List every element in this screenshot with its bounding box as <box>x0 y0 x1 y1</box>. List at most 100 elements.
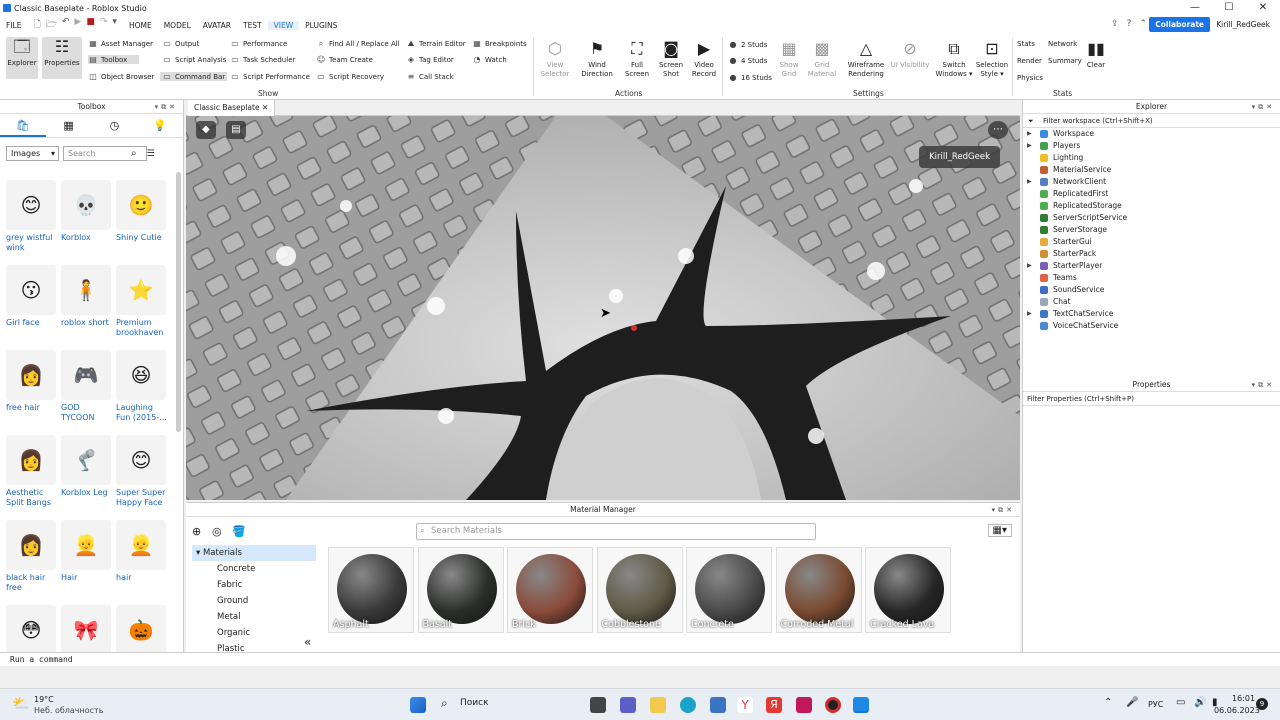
toolbox-item[interactable]: 🙂 Shiny Cutie <box>116 180 168 243</box>
language-indicator[interactable]: РУС <box>1148 700 1163 709</box>
material-tree-item[interactable]: Ground <box>192 593 316 609</box>
script-performance-button[interactable]: ▭ Script Performance <box>230 72 310 81</box>
explorer-item[interactable]: SoundService <box>1023 284 1280 296</box>
tab-marketplace[interactable]: 🛍 <box>0 114 46 137</box>
studs-2-option[interactable]: ● 2 Studs <box>728 40 768 49</box>
asset-manager-button[interactable]: ▦ Asset Manager <box>88 39 153 48</box>
material-tree-item[interactable]: Organic <box>192 625 316 641</box>
material-tree-item[interactable]: Fabric <box>192 577 316 593</box>
task-view-icon[interactable] <box>590 697 606 713</box>
panel-controls[interactable]: ▾⧉✕ <box>1252 100 1275 114</box>
menu-view[interactable]: VIEW <box>267 20 300 30</box>
user-name[interactable]: Kirill_RedGeek <box>1216 20 1270 29</box>
explorer-item[interactable]: ServerStorage <box>1023 224 1280 236</box>
material-tile[interactable]: Brick <box>507 547 593 633</box>
properties-button[interactable]: ☷ Properties <box>42 37 82 79</box>
expand-arrow-icon[interactable]: ▶ <box>1027 176 1032 188</box>
watch-button[interactable]: ◔ Watch <box>472 55 507 64</box>
explorer-item[interactable]: ▶ Workspace <box>1023 128 1280 140</box>
clock-time[interactable]: 16:01 <box>1232 694 1255 703</box>
menu-model[interactable]: MODEL <box>158 21 197 30</box>
output-button[interactable]: ▭ Output <box>162 39 199 48</box>
toolbox-button[interactable]: ▤ Toolbox <box>88 55 140 64</box>
3d-scene[interactable]: ◆ ▤ ⋯ Kirill_RedGeek ➤ <box>186 116 1020 500</box>
search-icon[interactable]: ⌕ <box>131 148 137 159</box>
tag-editor-button[interactable]: ◈ Tag Editor <box>406 55 454 64</box>
taskbar-search[interactable]: Поиск <box>460 698 489 708</box>
filter-icon[interactable]: ☰ <box>147 149 155 159</box>
share-icon[interactable]: ⇪ <box>1111 19 1119 29</box>
file-explorer-icon[interactable] <box>650 697 666 713</box>
help-icon[interactable]: ? <box>1127 19 1132 29</box>
tab-classic-baseplate[interactable]: Classic Baseplate ✕ <box>188 100 276 116</box>
network-button[interactable]: Network <box>1048 40 1077 48</box>
studs-4-option[interactable]: ● 4 Studs <box>728 56 768 65</box>
panel-controls[interactable]: ▾⧉✕ <box>1252 378 1275 392</box>
network-icon[interactable]: ▭ <box>1176 697 1185 708</box>
category-select[interactable]: Images ▾ <box>6 146 59 161</box>
toolbox-item[interactable]: 😗 Girl face <box>6 265 58 328</box>
toolbox-item[interactable]: 👩 Aesthetic Split Bangs <box>6 435 58 508</box>
material-tree-item[interactable]: Metal <box>192 609 316 625</box>
toolbox-item[interactable]: 💀 Korblox <box>61 180 113 243</box>
panel-controls[interactable]: ▾⧉✕ <box>155 100 178 114</box>
material-tile[interactable]: Asphalt <box>328 547 414 633</box>
material-tree-item[interactable]: Concrete <box>192 561 316 577</box>
close-button[interactable]: ✕ <box>1246 0 1280 16</box>
explorer-item[interactable]: VoiceChatService <box>1023 320 1280 332</box>
explorer-item[interactable]: StarterPack <box>1023 248 1280 260</box>
toolbox-item[interactable]: 🎮 GOD TYCOON <box>61 350 113 423</box>
material-tile[interactable]: Corroded Metal <box>775 547 862 633</box>
collapse-tree-icon[interactable]: « <box>304 635 311 649</box>
screenshot-button[interactable]: ◙ Screen Shot <box>654 39 688 79</box>
explorer-item[interactable]: MaterialService <box>1023 164 1280 176</box>
stop-icon[interactable]: ■ <box>86 17 95 33</box>
menu-file[interactable]: FILE <box>0 21 27 30</box>
explorer-item[interactable]: ReplicatedFirst <box>1023 188 1280 200</box>
start-icon[interactable] <box>410 697 426 713</box>
summary-button[interactable]: Summary <box>1048 57 1082 65</box>
tab-inventory[interactable]: ▦ <box>46 114 92 137</box>
call-stack-button[interactable]: ≡ Call Stack <box>406 72 454 81</box>
maximize-button[interactable]: ☐ <box>1212 0 1246 16</box>
task-scheduler-button[interactable]: ▭ Task Scheduler <box>230 55 295 64</box>
minimize-button[interactable]: — <box>1178 0 1212 16</box>
undo-icon[interactable]: ↶ <box>62 17 70 33</box>
video-record-button[interactable]: ▶ Video Record <box>687 39 721 79</box>
ui-visibility-button[interactable]: ⊘ UI Visibility <box>890 39 930 70</box>
stats-button[interactable]: Stats <box>1017 40 1035 48</box>
collaborate-button[interactable]: Collaborate <box>1149 17 1210 32</box>
explorer-item[interactable]: ▶ TextChatService <box>1023 308 1280 320</box>
wireframe-rendering-button[interactable]: △ Wireframe Rendering <box>843 39 889 79</box>
clear-stats-button[interactable]: ▮▮ Clear <box>1082 39 1110 70</box>
explorer-item[interactable]: ReplicatedStorage <box>1023 200 1280 212</box>
play-icon[interactable]: ▶ <box>74 17 81 33</box>
record-icon[interactable] <box>825 697 841 713</box>
add-material-icon[interactable]: ⊕ <box>192 525 201 538</box>
script-recovery-button[interactable]: ▭ Script Recovery <box>316 72 384 81</box>
redo-icon[interactable]: ↷ <box>100 17 108 33</box>
command-bar-input[interactable]: Run a command <box>0 652 1280 666</box>
open-file-icon[interactable]: 🗁 <box>46 17 57 33</box>
command-bar-button[interactable]: ▭ Command Bar <box>160 72 228 81</box>
toolbox-item[interactable]: 👩 free hair <box>6 350 58 413</box>
material-search-input[interactable]: ⌕ Search Materials <box>416 523 816 540</box>
expand-arrow-icon[interactable]: ▶ <box>1027 128 1032 140</box>
explorer-item[interactable]: StarterGui <box>1023 236 1280 248</box>
toolbox-item[interactable]: 👱 hair <box>116 520 168 583</box>
studs-16-option[interactable]: ● 16 Studs <box>728 73 772 82</box>
toolbox-item[interactable]: ⭐ Premium brookhaven <box>116 265 168 338</box>
toolbox-item[interactable]: 😳 <box>6 605 58 658</box>
weather-icon[interactable]: ⛅ <box>12 696 29 712</box>
yandex-icon[interactable]: Я <box>766 697 782 713</box>
explorer-item[interactable]: Lighting <box>1023 152 1280 164</box>
material-tile[interactable]: Concrete <box>686 547 772 633</box>
toolbox-item[interactable]: 🎀 <box>61 605 113 658</box>
explorer-item[interactable]: ▶ NetworkClient <box>1023 176 1280 188</box>
expand-arrow-icon[interactable]: ▶ <box>1027 140 1032 152</box>
toolbox-item[interactable]: 👩 black hair free <box>6 520 58 593</box>
view-selector-button[interactable]: ⬡ View Selector <box>537 39 573 79</box>
store-icon[interactable] <box>710 697 726 713</box>
team-create-button[interactable]: ☺ Team Create <box>316 55 373 64</box>
explorer-item[interactable]: ▶ Players <box>1023 140 1280 152</box>
